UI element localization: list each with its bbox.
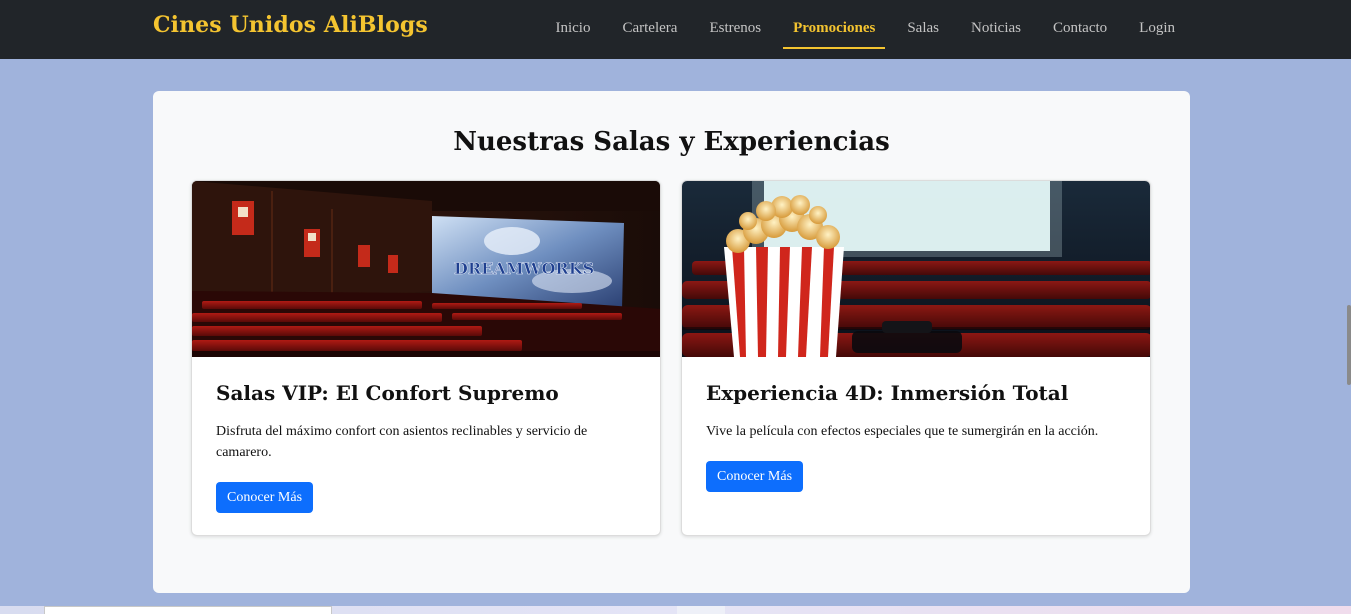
card-salas-vip: DREAMWORKS Salas VIP: El Confort Supremo… bbox=[191, 180, 661, 536]
brand-logo[interactable]: Cines Unidos AliBlogs bbox=[153, 12, 428, 38]
nav-link-estrenos[interactable]: Estrenos bbox=[693, 0, 777, 59]
popcorn-image bbox=[682, 181, 1150, 357]
card-title: Salas VIP: El Confort Supremo bbox=[216, 381, 559, 405]
taskbar-window[interactable] bbox=[677, 606, 725, 614]
experiences-section: Nuestras Salas y Experiencias DREAMWORKS… bbox=[153, 91, 1190, 593]
card-description: Disfruta del máximo confort con asientos… bbox=[216, 424, 588, 460]
svg-text:DREAMWORKS: DREAMWORKS bbox=[454, 259, 594, 278]
nav-link-noticias[interactable]: Noticias bbox=[955, 0, 1037, 59]
nav-link-cartelera[interactable]: Cartelera bbox=[606, 0, 693, 59]
card-title: Experiencia 4D: Inmersión Total bbox=[706, 381, 1069, 405]
top-navbar: Cines Unidos AliBlogs Inicio Cartelera E… bbox=[0, 0, 1351, 59]
nav-link-login[interactable]: Login bbox=[1123, 0, 1191, 59]
cinema-hall-image: DREAMWORKS bbox=[192, 181, 660, 357]
conocer-mas-button-vip[interactable]: Conocer Más bbox=[216, 482, 314, 513]
nav-link-promociones[interactable]: Promociones bbox=[777, 0, 891, 59]
conocer-mas-button-4d[interactable]: Conocer Más bbox=[706, 461, 804, 492]
taskbar-window[interactable] bbox=[44, 606, 332, 614]
scrollbar-thumb[interactable] bbox=[1347, 305, 1351, 385]
popcorn-photo bbox=[682, 181, 1150, 357]
nav-menu: Inicio Cartelera Estrenos Promociones Sa… bbox=[539, 0, 1191, 59]
section-title: Nuestras Salas y Experiencias bbox=[453, 127, 890, 157]
cinema-hall-photo: DREAMWORKS bbox=[192, 181, 660, 357]
nav-link-inicio[interactable]: Inicio bbox=[539, 0, 606, 59]
nav-link-salas[interactable]: Salas bbox=[891, 0, 955, 59]
card-experiencia-4d: Experiencia 4D: Inmersión Total Vive la … bbox=[681, 180, 1151, 536]
card-description: Vive la película con efectos especiales … bbox=[706, 424, 1099, 439]
nav-link-contacto[interactable]: Contacto bbox=[1037, 0, 1123, 59]
